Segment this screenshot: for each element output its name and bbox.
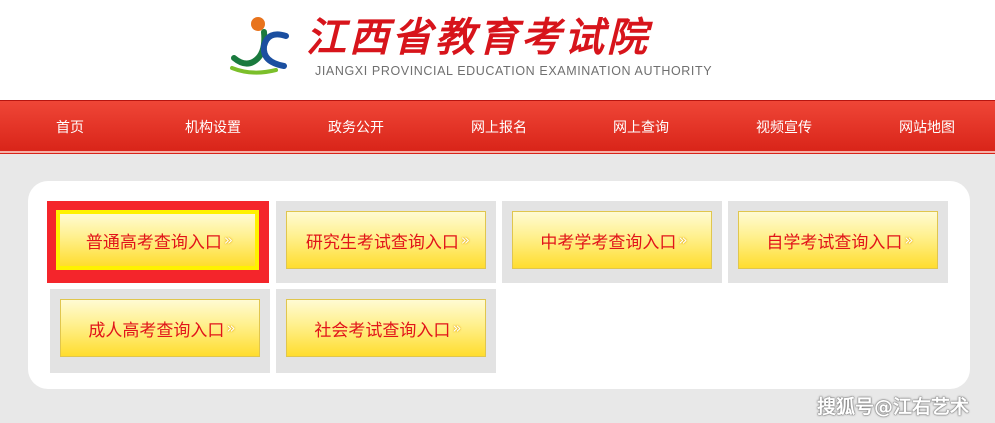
nav-item-government-affairs[interactable]: 政务公开 — [316, 101, 396, 156]
nav-divider — [0, 151, 995, 153]
entry-label: 研究生考试查询入口 — [305, 232, 459, 253]
nav-item-video[interactable]: 视频宣传 — [744, 101, 824, 156]
nav-item-online-registration[interactable]: 网上报名 — [459, 101, 539, 156]
entry-label: 普通高考查询入口 — [85, 232, 222, 253]
sohu-watermark: 搜狐号@江右艺术 — [817, 396, 970, 418]
nav-item-online-query[interactable]: 网上查询 — [601, 101, 681, 156]
content-area: 普通高考查询入口» 研究生考试查询入口» 中考学考查询入口» 自学考试查询入口»… — [0, 154, 995, 423]
entry-cell-social: 社会考试查询入口» — [276, 289, 496, 373]
entry-cell-zhongkao: 中考学考查询入口» — [502, 201, 722, 283]
site-subtitle: JIANGXI PROVINCIAL EDUCATION EXAMINATION… — [315, 64, 713, 78]
entry-label: 中考学考查询入口 — [540, 232, 677, 253]
site-title: 江西省教育考试院 — [306, 14, 650, 61]
nav-item-home[interactable]: 首页 — [36, 101, 104, 156]
entry-button-graduate[interactable]: 研究生考试查询入口» — [286, 211, 486, 269]
chevron-right-icon: » — [460, 231, 470, 249]
query-panel: 普通高考查询入口» 研究生考试查询入口» 中考学考查询入口» 自学考试查询入口»… — [28, 181, 970, 389]
entry-button-gaokao[interactable]: 普通高考查询入口» — [56, 210, 259, 270]
entry-label: 自学考试查询入口 — [766, 232, 903, 253]
chevron-right-icon: » — [678, 231, 687, 249]
entry-button-self-study[interactable]: 自学考试查询入口» — [738, 211, 938, 269]
entry-button-zhongkao[interactable]: 中考学考查询入口» — [512, 211, 712, 269]
entry-cell-gaokao: 普通高考查询入口» — [47, 201, 269, 283]
nav-item-sitemap[interactable]: 网站地图 — [887, 101, 967, 156]
jx-logo-icon — [230, 17, 289, 75]
entry-cell-self-study: 自学考试查询入口» — [728, 201, 948, 283]
nav-item-organization[interactable]: 机构设置 — [173, 101, 253, 156]
site-header: 江西省教育考试院 JIANGXI PROVINCIAL EDUCATION EX… — [0, 0, 995, 100]
entry-button-adult[interactable]: 成人高考查询入口» — [60, 299, 260, 357]
chevron-right-icon: » — [452, 319, 461, 337]
entry-label: 社会考试查询入口 — [314, 320, 451, 341]
entry-cell-graduate: 研究生考试查询入口» — [276, 201, 496, 283]
chevron-right-icon: » — [904, 231, 913, 249]
entry-button-social[interactable]: 社会考试查询入口» — [286, 299, 486, 357]
entry-label: 成人高考查询入口 — [88, 320, 225, 341]
entry-cell-adult: 成人高考查询入口» — [50, 289, 270, 373]
chevron-right-icon: » — [223, 231, 233, 249]
chevron-right-icon: » — [226, 319, 235, 337]
